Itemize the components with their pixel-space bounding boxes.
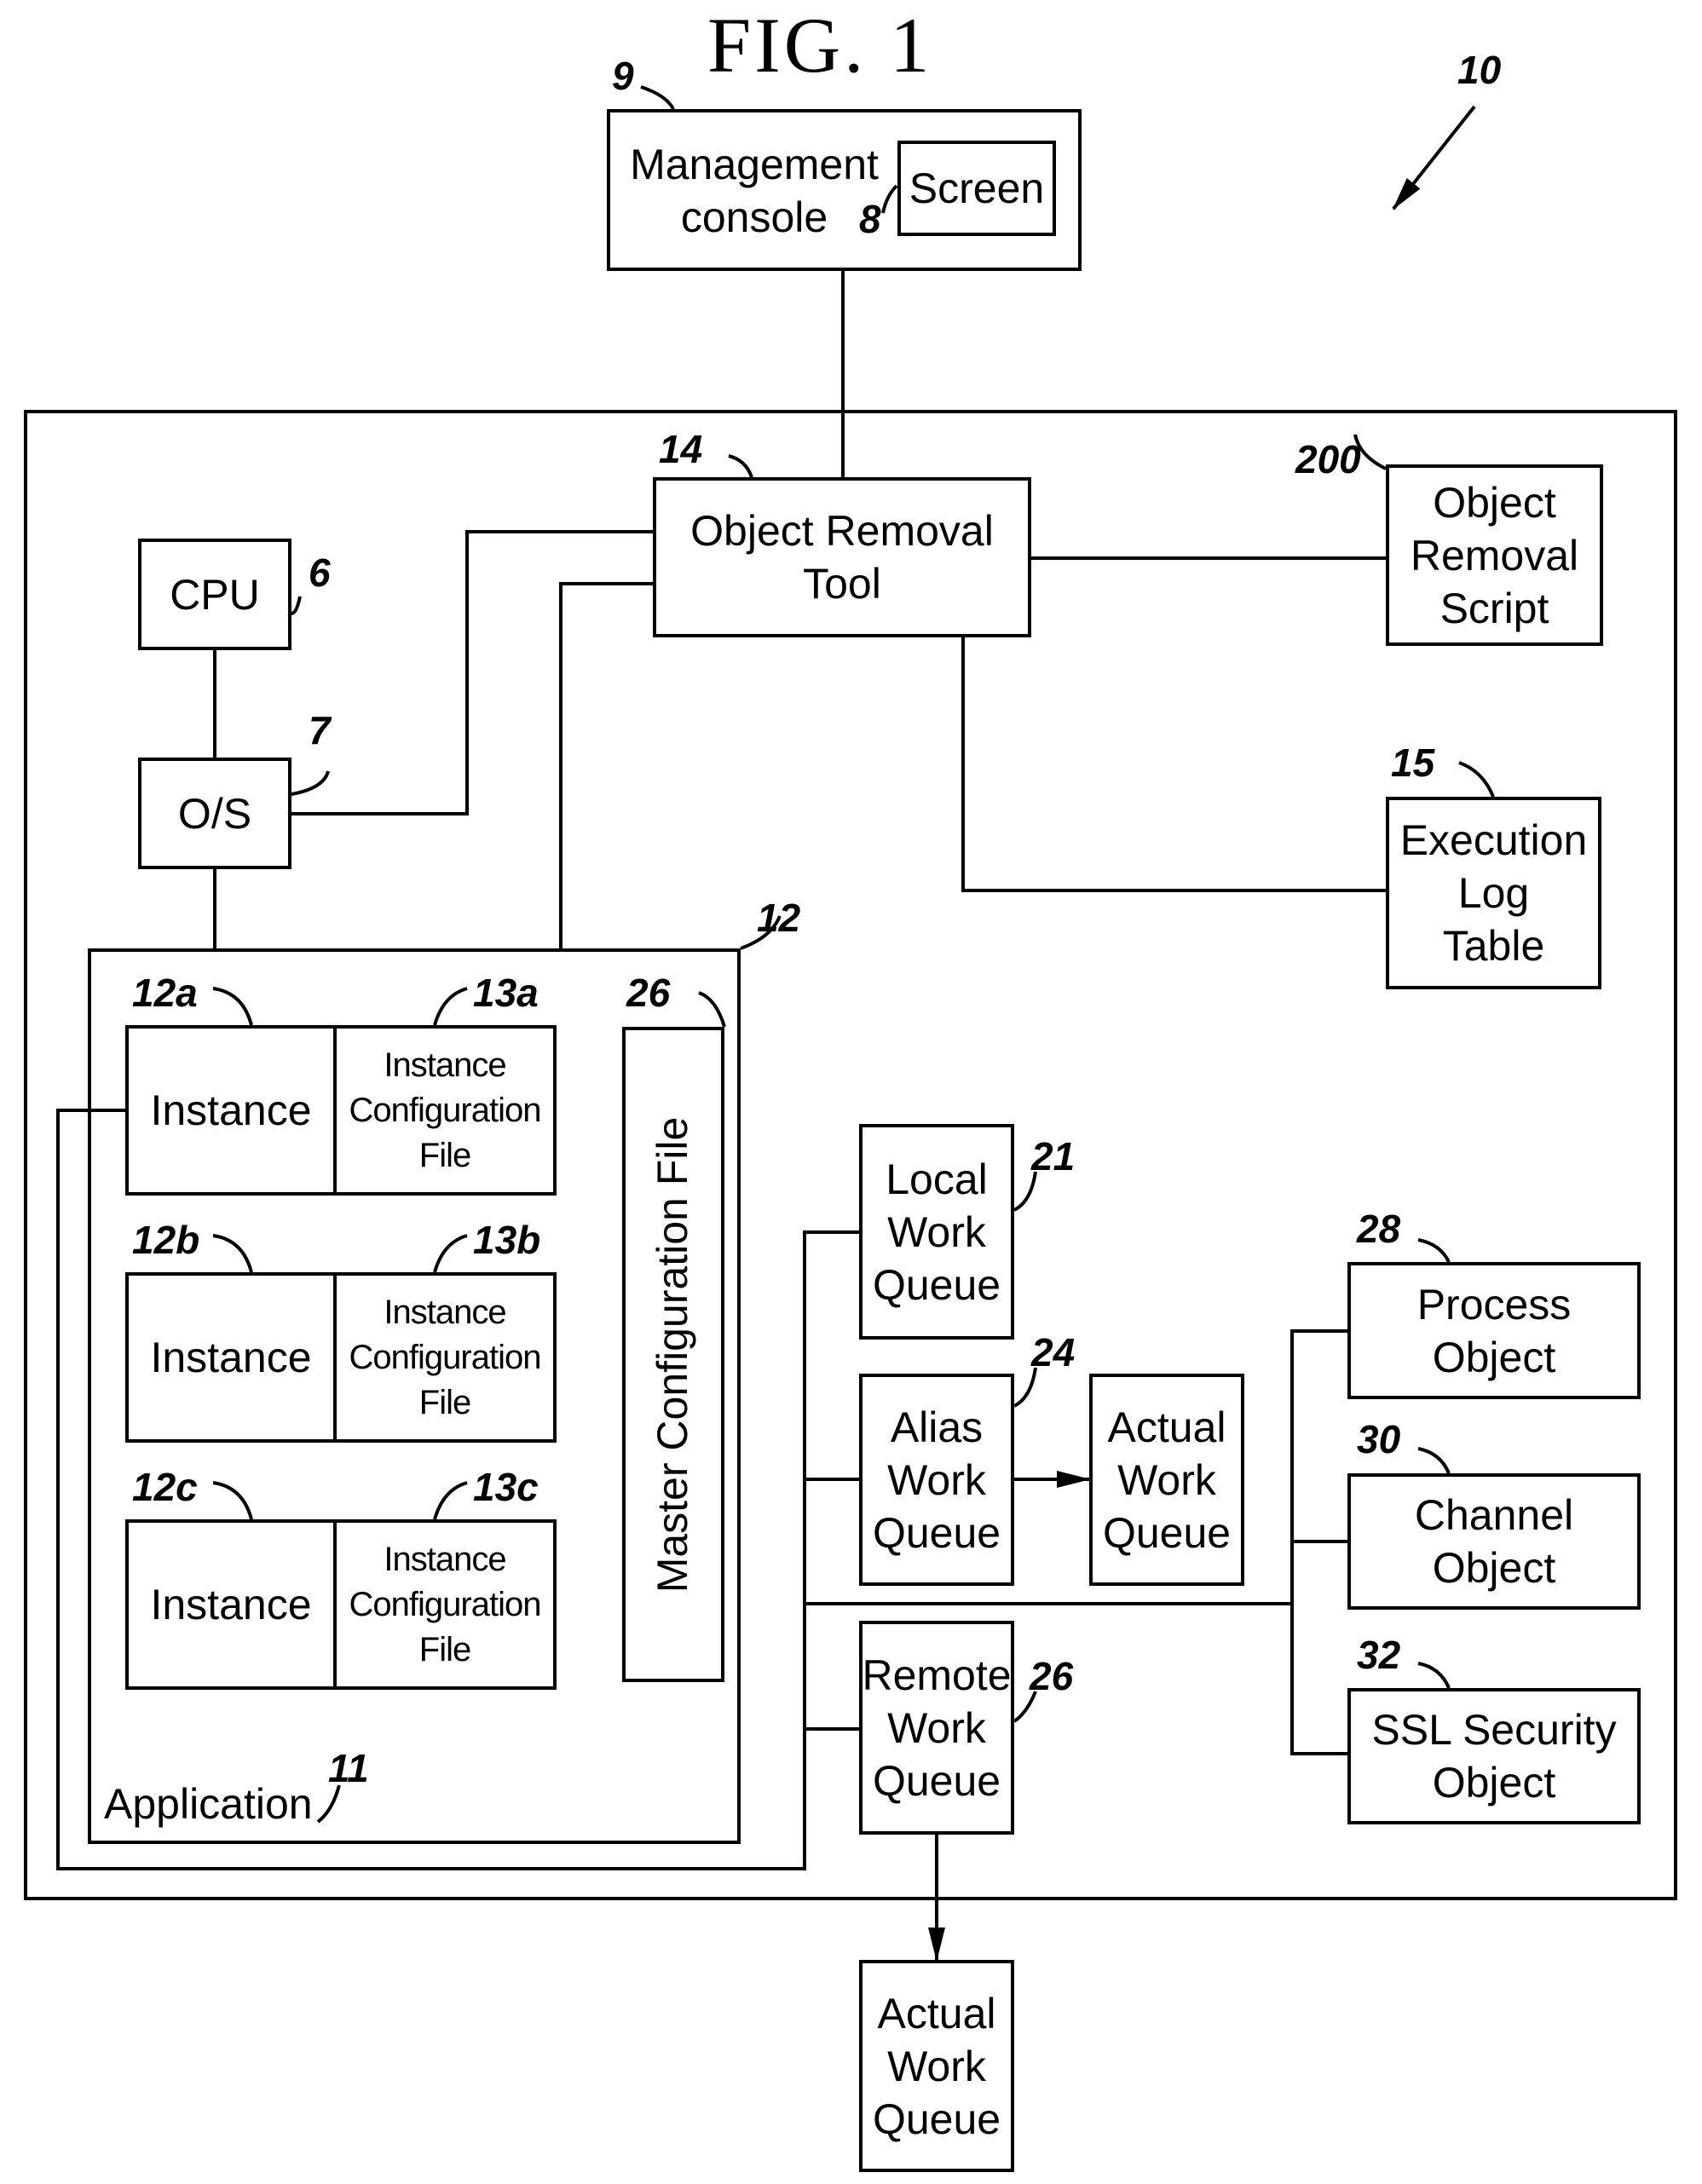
os-ref: 7	[309, 708, 331, 752]
instance-label: Instance	[150, 1581, 312, 1628]
cpu-label: CPU	[170, 570, 260, 619]
application-ref: 12	[757, 896, 801, 940]
ssl-security-object-ref: 32	[1357, 1633, 1401, 1677]
os-box[interactable]: O/S	[138, 758, 291, 869]
object-removal-script-box[interactable]: Object Removal Script	[1386, 464, 1603, 646]
channel-object-box[interactable]: Channel Object	[1347, 1473, 1641, 1610]
object-removal-tool-label: Object Removal Tool	[690, 507, 994, 608]
ssl-security-object-box[interactable]: SSL Security Object	[1347, 1688, 1641, 1824]
remote-work-queue-ref: 26	[1030, 1654, 1074, 1698]
remote-work-queue-box[interactable]: Remote Work Queue	[859, 1621, 1014, 1835]
instance-label: Instance	[150, 1334, 312, 1381]
screen-label: Screen	[909, 164, 1045, 212]
os-to-tool-line	[291, 530, 653, 815]
instance-ref: 12c	[132, 1465, 198, 1509]
instance-config-file-label: Instance Configuration File	[349, 1293, 542, 1421]
patent-figure: FIG. 1 10 Management console 9 Screen 8 …	[0, 0, 1702, 2184]
object-removal-script-label: Object Removal Script	[1410, 478, 1579, 632]
instance-ref: 12a	[132, 971, 198, 1015]
instance-box[interactable]: Instance	[125, 1272, 337, 1443]
local-work-queue-box[interactable]: Local Work Queue	[859, 1124, 1014, 1340]
instance-ref: 12b	[132, 1218, 200, 1262]
object-removal-tool-box[interactable]: Object Removal Tool	[653, 477, 1031, 637]
instance-config-file-box[interactable]: Instance Configuration File	[333, 1519, 557, 1690]
instance-config-file-box[interactable]: Instance Configuration File	[333, 1272, 557, 1443]
screen-ref: 8	[859, 197, 881, 241]
local-work-queue-label: Local Work Queue	[872, 1155, 1001, 1309]
alias-actual-work-queue-label: Actual Work Queue	[1102, 1403, 1232, 1557]
process-object-box[interactable]: Process Object	[1347, 1262, 1641, 1399]
instance-config-file-label: Instance Configuration File	[349, 1046, 542, 1174]
management-console-label: Management console	[630, 141, 879, 241]
instance-config-file-box[interactable]: Instance Configuration File	[333, 1025, 557, 1196]
figure-title: FIG. 1	[707, 2, 933, 89]
remote-work-queue-label: Remote Work Queue	[862, 1651, 1012, 1805]
master-config-file-label: Master Configuration File	[649, 1116, 696, 1593]
management-console-ref: 9	[612, 54, 634, 98]
alias-actual-work-queue-box[interactable]: Actual Work Queue	[1089, 1374, 1244, 1586]
tool-to-app-line	[559, 582, 653, 948]
object-removal-tool-ref: 14	[659, 427, 703, 471]
tool-to-log-line	[961, 637, 1386, 892]
master-config-file-ref: 26	[626, 971, 671, 1015]
instance-config-ref: 13b	[473, 1218, 541, 1262]
channel-object-ref: 30	[1357, 1417, 1401, 1461]
instance-config-ref: 13a	[473, 971, 539, 1015]
ssl-security-object-label: SSL Security Object	[1371, 1706, 1617, 1807]
remote-actual-work-queue-label: Actual Work Queue	[872, 1989, 1001, 2143]
instance-box[interactable]: Instance	[125, 1519, 337, 1690]
application-label-ref: 11	[328, 1746, 369, 1790]
instance-config-file-label: Instance Configuration File	[349, 1540, 542, 1668]
channel-object-label: Channel Object	[1414, 1491, 1574, 1592]
process-object-label: Process Object	[1416, 1280, 1572, 1381]
cpu-box[interactable]: CPU	[138, 539, 291, 650]
os-label: O/S	[177, 789, 252, 838]
process-object-ref: 28	[1357, 1207, 1401, 1251]
cpu-ref: 6	[309, 550, 331, 595]
alias-work-queue-box[interactable]: Alias Work Queue	[859, 1374, 1014, 1586]
system-ref-arrow	[1392, 105, 1476, 210]
execution-log-table-label: Execution Log Table	[1399, 816, 1588, 970]
object-removal-script-ref: 200	[1295, 437, 1361, 481]
system-ref-label: 10	[1457, 48, 1502, 92]
alias-work-queue-ref: 24	[1031, 1330, 1076, 1374]
alias-work-queue-label: Alias Work Queue	[872, 1403, 1001, 1557]
instance-box[interactable]: Instance	[125, 1025, 337, 1196]
execution-log-table-box[interactable]: Execution Log Table	[1386, 797, 1601, 989]
instance-config-ref: 13c	[473, 1465, 539, 1509]
application-label: Application	[104, 1780, 313, 1828]
screen-box[interactable]: Screen	[897, 141, 1056, 236]
local-work-queue-ref: 21	[1031, 1134, 1076, 1178]
instance-label: Instance	[150, 1086, 312, 1134]
remote-actual-work-queue-box[interactable]: Actual Work Queue	[859, 1960, 1014, 2172]
execution-log-table-ref: 15	[1391, 740, 1435, 785]
